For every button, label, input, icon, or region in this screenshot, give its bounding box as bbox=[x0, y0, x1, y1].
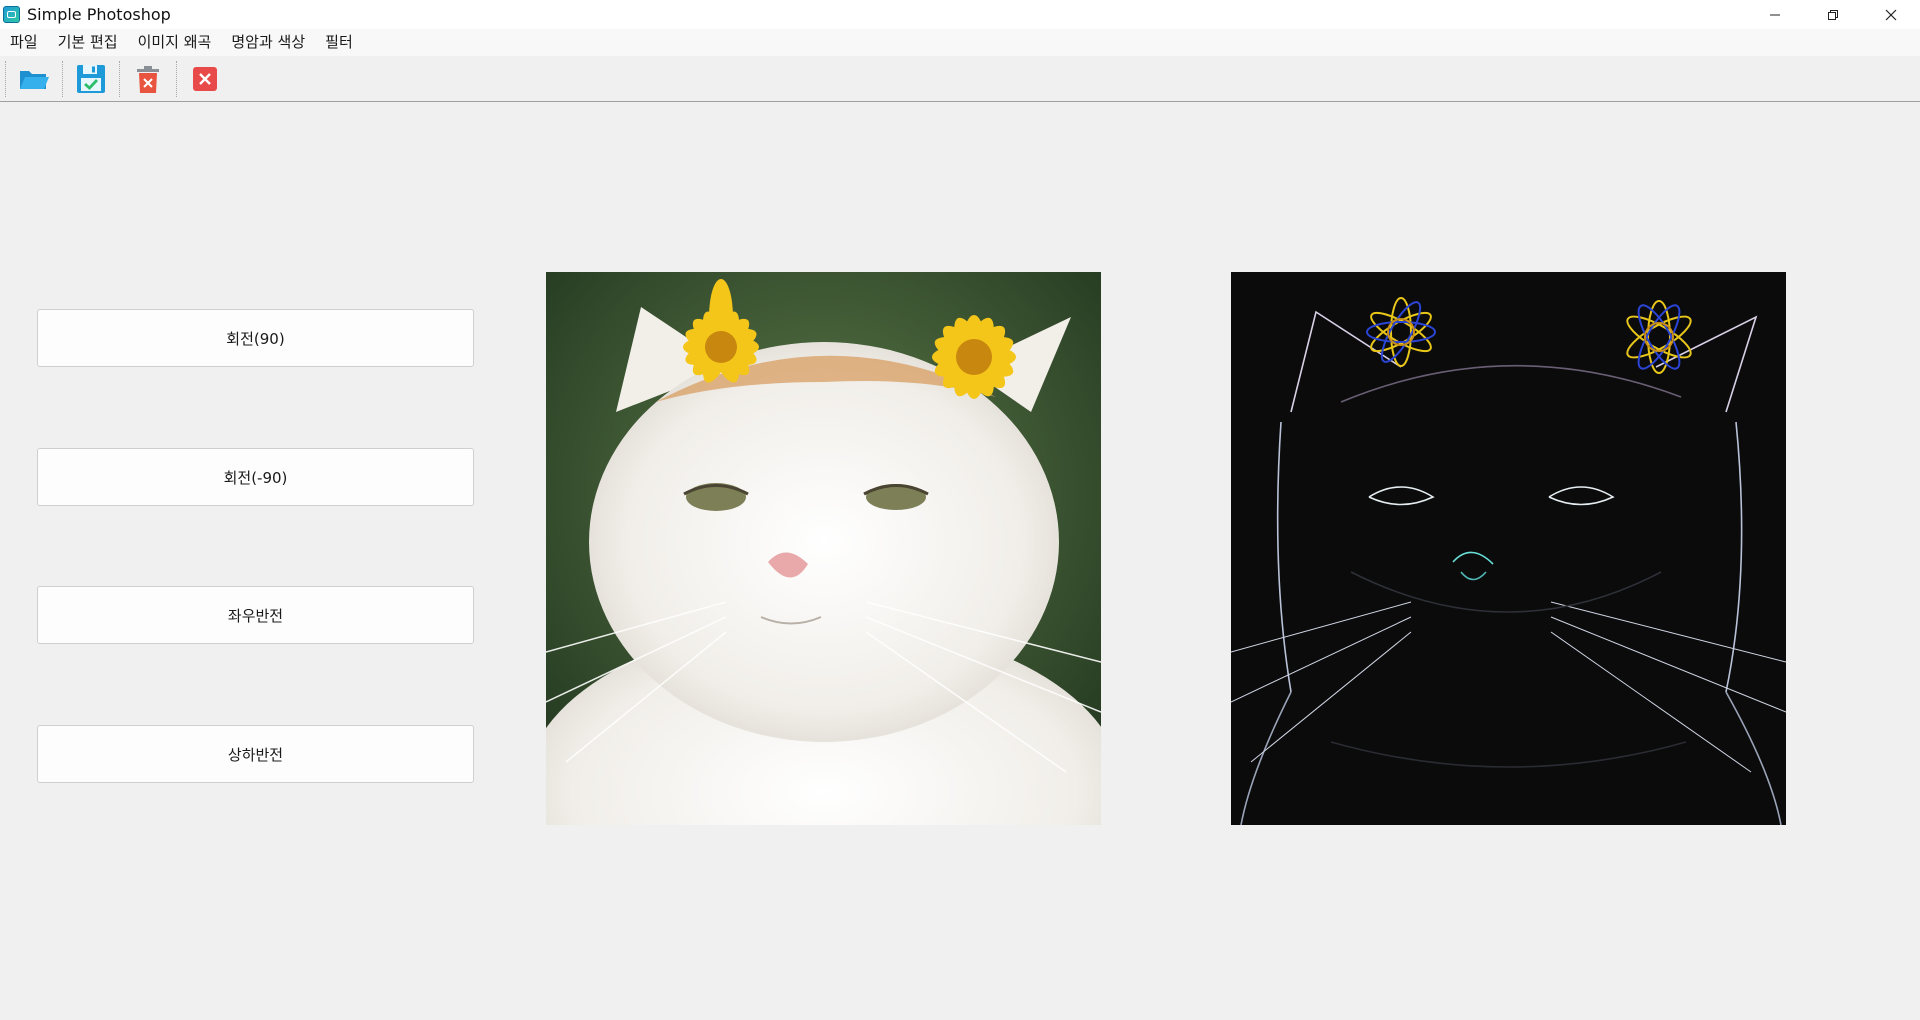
menu-bar: 파일 기본 편집 이미지 왜곡 명암과 색상 필터 bbox=[0, 29, 1920, 56]
toolbar-separator bbox=[176, 60, 177, 97]
flip-horizontal-button[interactable]: 좌우반전 bbox=[37, 586, 474, 644]
title-bar[interactable]: Simple Photoshop bbox=[0, 0, 1920, 29]
window-controls bbox=[1746, 0, 1920, 29]
open-folder-icon bbox=[20, 70, 49, 89]
menu-contrast-color[interactable]: 명암과 색상 bbox=[221, 29, 315, 56]
menu-file[interactable]: 파일 bbox=[0, 29, 48, 56]
delete-icon bbox=[137, 65, 159, 93]
toolbar-separator bbox=[5, 60, 6, 97]
minimize-icon bbox=[1770, 14, 1780, 15]
restore-button[interactable] bbox=[1804, 0, 1862, 29]
close-icon bbox=[1885, 9, 1897, 20]
edge-filtered-cat bbox=[1231, 272, 1786, 825]
flip-vertical-button[interactable]: 상하반전 bbox=[37, 725, 474, 783]
toolbar-separator bbox=[119, 60, 120, 97]
minimize-button[interactable] bbox=[1746, 0, 1804, 29]
toolbar bbox=[0, 56, 1920, 102]
save-icon bbox=[77, 64, 105, 93]
menu-image-distort[interactable]: 이미지 왜곡 bbox=[128, 29, 222, 56]
filtered-image bbox=[1231, 272, 1786, 825]
toolbar-separator bbox=[62, 60, 63, 97]
original-image bbox=[546, 272, 1101, 825]
delete-button[interactable] bbox=[125, 58, 171, 100]
menu-filter[interactable]: 필터 bbox=[315, 29, 363, 56]
rotate-90-button[interactable]: 회전(90) bbox=[37, 309, 474, 367]
original-cat-photo bbox=[546, 272, 1101, 825]
app-window: Simple Photoshop 파일 기본 편집 이미지 왜곡 명암과 색상 … bbox=[0, 0, 1920, 1020]
close-icon bbox=[193, 66, 217, 91]
app-icon bbox=[3, 6, 20, 23]
save-button[interactable] bbox=[68, 58, 114, 100]
close-window-button[interactable] bbox=[1862, 0, 1920, 29]
restore-icon bbox=[1828, 9, 1838, 20]
rotate-minus-90-button[interactable]: 회전(-90) bbox=[37, 448, 474, 506]
menu-basic-edit[interactable]: 기본 편집 bbox=[48, 29, 128, 56]
open-button[interactable] bbox=[11, 58, 57, 100]
window-title: Simple Photoshop bbox=[27, 5, 171, 24]
exit-button[interactable] bbox=[182, 58, 228, 100]
